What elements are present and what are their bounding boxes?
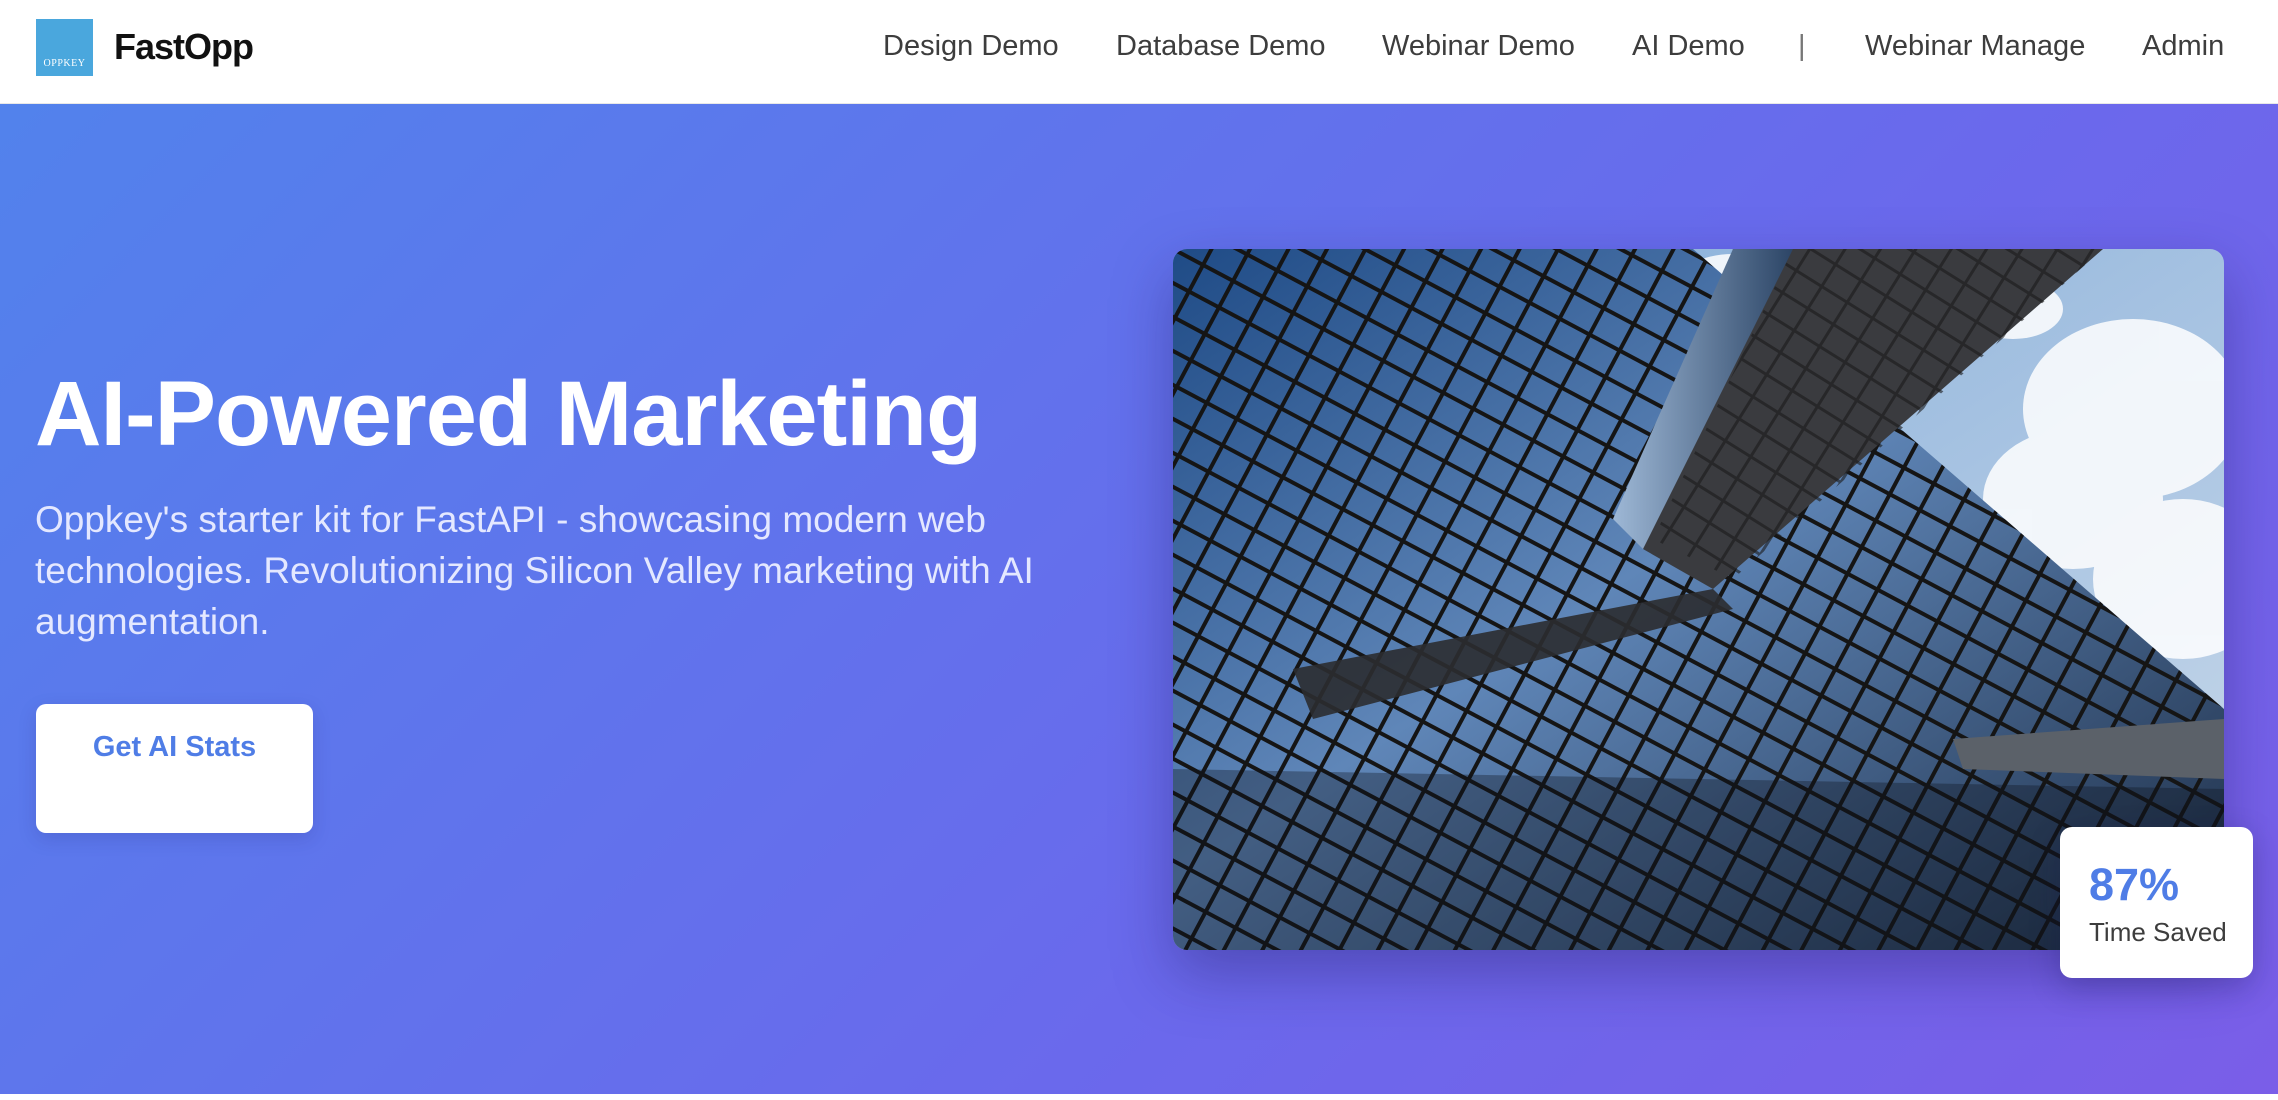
- nav-admin[interactable]: Admin: [2142, 30, 2224, 63]
- get-ai-stats-label: Get AI Stats: [92, 731, 257, 763]
- hero-title: AI-Powered Marketing: [35, 363, 982, 465]
- brand-name[interactable]: FastOpp: [114, 26, 254, 68]
- nav-webinar-demo[interactable]: Webinar Demo: [1382, 30, 1575, 63]
- hero-subtitle: Oppkey's starter kit for FastAPI - showc…: [35, 499, 1034, 642]
- stat-value: 87%: [2089, 859, 2180, 910]
- stat-card: 87% Time Saved: [2060, 827, 2253, 978]
- nav-separator: |: [1798, 30, 1806, 62]
- stat-label: Time Saved: [2089, 917, 2227, 947]
- oppkey-logo[interactable]: OPPKEY: [36, 19, 93, 76]
- logo-text: OPPKEY: [43, 58, 86, 69]
- nav-ai-demo[interactable]: AI Demo: [1632, 30, 1745, 63]
- nav-design-demo[interactable]: Design Demo: [883, 30, 1059, 63]
- hero-section: AI-Powered Marketing Oppkey's starter ki…: [0, 104, 2278, 1094]
- get-ai-stats-button[interactable]: Get AI Stats: [36, 704, 313, 833]
- nav-database-demo[interactable]: Database Demo: [1116, 30, 1326, 63]
- top-navbar: OPPKEY FastOpp Design Demo Database Demo…: [0, 0, 2278, 104]
- page-bottom-strip: [0, 1094, 2278, 1100]
- nav-webinar-manage[interactable]: Webinar Manage: [1865, 30, 2085, 63]
